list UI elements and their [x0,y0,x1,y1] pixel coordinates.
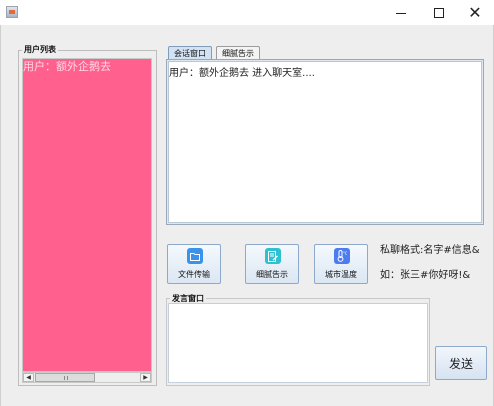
minimize-icon [396,13,406,14]
thermometer-icon: °C [334,248,350,264]
close-icon: ✕ [468,3,482,22]
private-chat-example-hint: 如：张三#你好呀!& [380,270,471,281]
city-temperature-label: 城市温度 [325,270,357,279]
close-button[interactable]: ✕ [456,0,494,25]
tab-notices[interactable]: 细腻告示 [216,46,260,59]
svg-text:°C: °C [343,251,347,256]
send-button[interactable]: 发送 [435,346,487,380]
scroll-right-button[interactable]: ▶ [140,373,151,382]
city-temperature-button[interactable]: °C 城市温度 [314,244,368,284]
tab-chat-window[interactable]: 会话窗口 [168,46,212,59]
notices-label: 细腻告示 [256,270,288,279]
scroll-left-button[interactable]: ◀ [23,373,34,382]
user-list-title: 用户列表 [22,44,58,55]
notices-button[interactable]: 细腻告示 [245,244,299,284]
java-app-icon [6,6,18,18]
user-list-horizontal-scrollbar[interactable]: ◀ ▶ [22,372,152,383]
document-edit-icon [265,248,281,264]
user-list-item[interactable]: 用户：额外企鹅去 [22,58,152,74]
minimize-button[interactable] [382,0,420,25]
scroll-grip-icon [64,376,68,380]
message-input[interactable] [168,303,428,383]
private-chat-format-hint: 私聊格式:名字#信息& [380,245,480,256]
maximize-icon [434,7,444,18]
folder-icon [187,248,203,264]
user-list[interactable] [22,58,152,372]
file-transfer-label: 文件传输 [178,270,210,279]
chat-history[interactable] [168,61,482,223]
maximize-button[interactable] [420,0,458,25]
scroll-thumb[interactable] [35,373,95,382]
chat-message: 用户：额外企鹅去 进入聊天室.... [169,68,315,79]
file-transfer-button[interactable]: 文件传输 [167,244,221,284]
